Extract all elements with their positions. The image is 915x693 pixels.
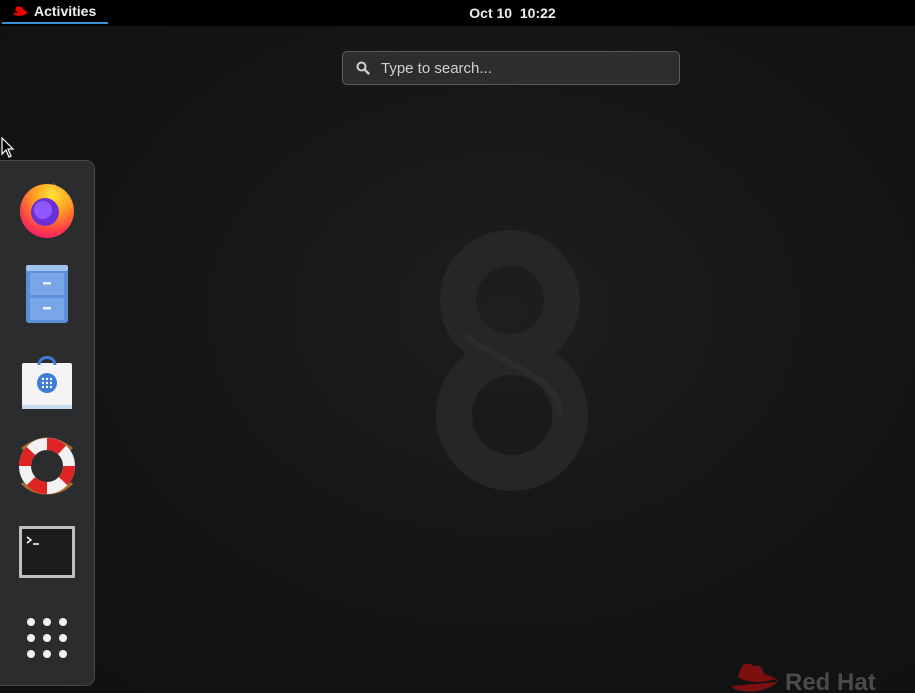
clock[interactable]: Oct 10 10:22: [0, 0, 915, 26]
desktop-overview: Red Hat Activities Oct 10 10:22: [0, 0, 915, 693]
clock-time: 10:22: [519, 5, 556, 21]
show-applications-button[interactable]: [12, 603, 82, 673]
software-icon: [22, 356, 72, 409]
redhat-wordmark: Red Hat: [785, 669, 876, 693]
dash-item-terminal[interactable]: [12, 517, 82, 587]
search-box[interactable]: [342, 51, 680, 85]
dash-item-software[interactable]: [12, 345, 82, 415]
help-icon: [19, 437, 75, 495]
search-input[interactable]: [381, 59, 661, 77]
dash-item-firefox[interactable]: [12, 173, 82, 243]
wallpaper-eight: [436, 230, 588, 491]
top-bar: Activities Oct 10 10:22: [0, 0, 915, 26]
terminal-icon: [19, 526, 75, 578]
files-icon: [26, 265, 68, 323]
mouse-pointer-icon: [1, 137, 15, 158]
dash-item-help[interactable]: [12, 431, 82, 501]
search-icon: [356, 61, 370, 75]
show-applications-icon: [27, 618, 67, 658]
dash: [0, 160, 95, 686]
firefox-icon: [20, 183, 74, 238]
redhat-watermark: Red Hat: [728, 660, 888, 693]
clock-date: Oct 10: [469, 5, 513, 21]
dash-item-files[interactable]: [12, 259, 82, 329]
